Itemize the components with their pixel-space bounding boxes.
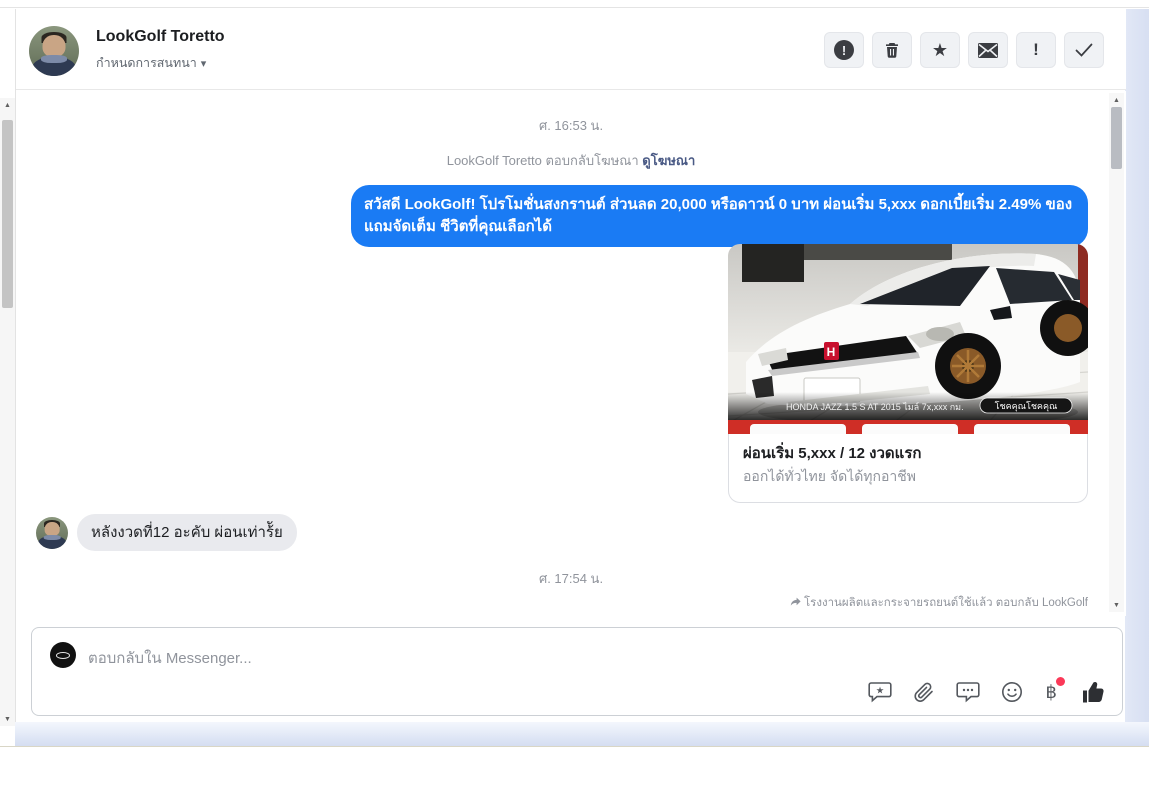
timestamp: ศ. 16:53 น. — [538, 118, 604, 133]
ad-reply-text: LookGolf Toretto ตอบกลับโฆษณา — [446, 153, 639, 168]
bottom-divider — [0, 746, 1149, 747]
attachment-subtitle: ออกได้ทั่วไทย จัดได้ทุกอาชีพ — [743, 468, 917, 485]
chat-header: LookGolf Toretto กำหนดการสนทนา ▾ ! ★ ! — [16, 9, 1126, 90]
timestamp: ศ. 17:54 น. — [538, 571, 604, 586]
envelope-icon — [978, 42, 998, 58]
car-photo-caption-right: โชคคุณโชคคุณ — [995, 401, 1058, 412]
conversation-card: LookGolf Toretto กำหนดการสนทนา ▾ ! ★ ! ศ… — [15, 9, 1126, 722]
reply-input[interactable]: ตอบกลับใน Messenger... — [88, 646, 902, 670]
contact-avatar[interactable] — [29, 26, 79, 76]
payment-button[interactable]: ฿ — [1044, 676, 1065, 703]
forward-arrow-icon — [790, 597, 801, 610]
baht-icon: ฿ — [1045, 681, 1057, 702]
contact-name[interactable]: LookGolf Toretto — [96, 28, 225, 46]
mark-spam-button[interactable]: ! — [1016, 32, 1056, 68]
reply-composer[interactable]: ตอบกลับใน Messenger... ★ ฿ — [31, 627, 1123, 716]
svg-text:H: H — [827, 345, 836, 359]
conversation-scrollbar-thumb[interactable] — [1111, 107, 1122, 169]
conversation-body: ศ. 16:53 น. LookGolf Toretto ตอบกลับโฆษณ… — [16, 91, 1126, 616]
outer-scrollbar-thumb[interactable] — [2, 120, 13, 308]
delete-button[interactable] — [872, 32, 912, 68]
scroll-down-icon[interactable]: ▼ — [1109, 598, 1124, 612]
avatar-face — [42, 35, 66, 57]
scroll-up-icon[interactable]: ▲ — [1109, 93, 1124, 107]
ad-attachment-card[interactable]: H HONDA JAZZ 1.5 S AT 2015 ไมล์ 7x,xxx ก… — [728, 244, 1088, 504]
report-alert-button[interactable]: ! — [824, 32, 864, 68]
saved-replies-button[interactable]: ★ — [867, 681, 892, 703]
outgoing-message-bubble[interactable]: สวัสดี LookGolf! โปรโมชั่นสงกรานต์ ส่วนล… — [351, 185, 1088, 247]
like-button[interactable] — [1080, 679, 1106, 705]
header-toolbar: ! ★ ! — [824, 32, 1104, 68]
avatar-scarf — [41, 55, 67, 63]
car-photo[interactable]: H HONDA JAZZ 1.5 S AT 2015 ไมล์ 7x,xxx ก… — [728, 244, 1088, 434]
top-divider — [0, 0, 1149, 8]
caret-down-icon: ▾ — [200, 58, 207, 70]
svg-text:★: ★ — [875, 686, 884, 697]
car-photo-caption-left: HONDA JAZZ 1.5 S AT 2015 ไมล์ 7x,xxx กม. — [786, 401, 964, 412]
scroll-down-icon[interactable]: ▼ — [0, 712, 15, 726]
ad-reply-meta: LookGolf Toretto ตอบกลับโฆษณา ดูโฆษณา — [16, 150, 1126, 171]
flag-follow-up-button[interactable]: ★ — [920, 32, 960, 68]
avatar-scarf — [43, 535, 61, 541]
page-background-bottom — [15, 722, 1149, 746]
incoming-message-row: หลังงวดที่12 อะคับ ผ่อนเท่าร้ัย — [36, 514, 297, 551]
incoming-message-bubble[interactable]: หลังงวดที่12 อะคับ ผ่อนเท่าร้ัย — [77, 514, 297, 551]
page-background-right — [1125, 9, 1149, 746]
outer-scrollbar[interactable]: ▲ ▼ — [0, 98, 15, 726]
ad-context-line: โรงงานผลิตและกระจายรถยนต์ใช้แล้ว ตอบกลับ… — [790, 594, 1088, 612]
messenger-inbox-page: ▲ ▼ LookGolf Toretto กำหนดการสนทนา ▾ ! ★… — [0, 0, 1149, 790]
view-ad-link[interactable]: ดูโฆษณา — [642, 153, 695, 168]
attachment-caption[interactable]: ผ่อนเริ่ม 5,xxx / 12 งวดแรก ออกได้ทั่วไท… — [728, 434, 1088, 504]
label-conversation-dropdown[interactable]: กำหนดการสนทนา ▾ — [96, 53, 206, 73]
exclamation-icon: ! — [1033, 40, 1039, 59]
page-avatar — [50, 642, 76, 668]
trash-icon — [883, 41, 901, 59]
mark-unread-button[interactable] — [968, 32, 1008, 68]
alert-circle-icon: ! — [834, 40, 854, 60]
conversation-scrollbar[interactable]: ▲ ▼ — [1109, 93, 1124, 612]
comment-dots-button[interactable] — [955, 681, 980, 703]
ad-context-text: โรงงานผลิตและกระจายรถยนต์ใช้แล้ว ตอบกลับ… — [804, 597, 1088, 609]
mark-done-button[interactable] — [1064, 32, 1104, 68]
notification-dot — [1056, 676, 1065, 686]
composer-actions: ★ ฿ — [867, 676, 1106, 705]
scroll-up-icon[interactable]: ▲ — [0, 98, 15, 112]
page-logo-icon — [56, 651, 70, 659]
sender-avatar[interactable] — [36, 516, 68, 549]
label-conversation-text: กำหนดการสนทนา — [96, 56, 197, 70]
star-icon: ★ — [931, 40, 949, 60]
attach-file-button[interactable] — [913, 681, 935, 703]
emoji-button[interactable] — [1001, 681, 1023, 703]
check-icon — [1075, 43, 1093, 57]
attachment-title: ผ่อนเริ่ม 5,xxx / 12 งวดแรก — [743, 445, 922, 462]
